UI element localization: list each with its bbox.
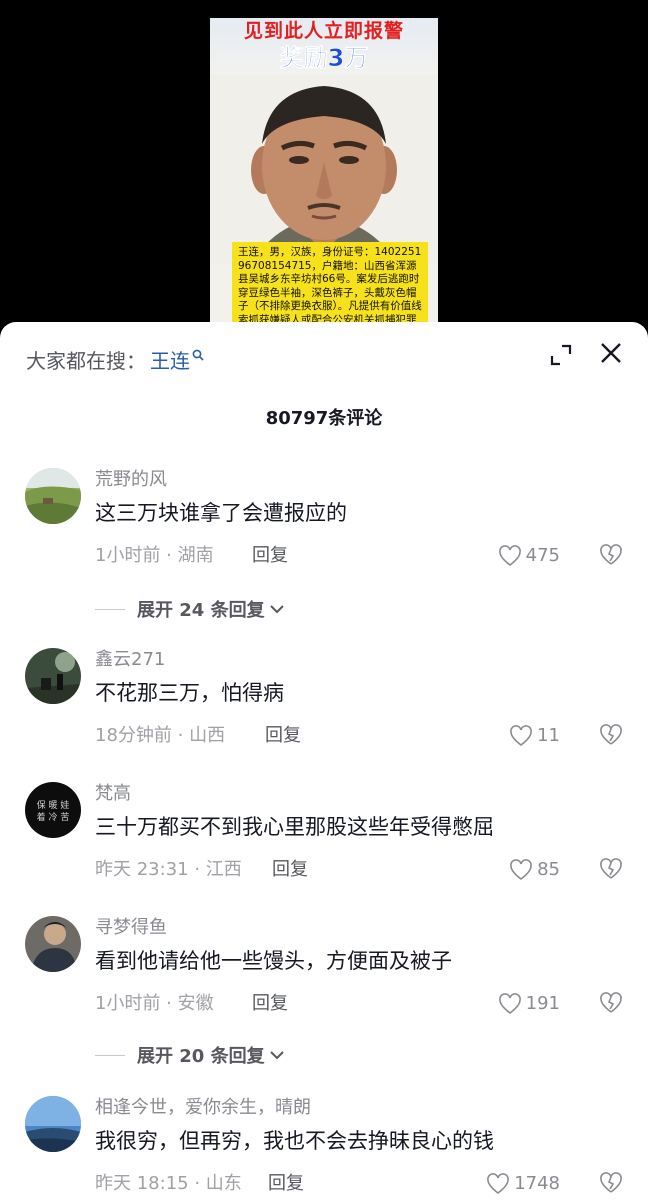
like-count: 11 [537,725,560,746]
svg-text:保 暖 娃: 保 暖 娃 [37,799,70,811]
heart-icon [510,859,532,881]
wanted-poster-image: 见到此人立即报警 奖励3万 王连，男，汉族，身份证号：1402251967081… [210,18,438,340]
heart-icon [487,1173,510,1195]
expand-replies-label: 展开 24 条回复 [137,600,265,621]
comment-count-title: 80797条评论 [265,408,383,429]
avatar[interactable]: 保 暖 娃 着 冷 苦 [25,782,81,838]
poster-alert-text: 见到此人立即报警 [243,20,404,42]
svg-text:着 冷 苦: 着 冷 苦 [37,811,70,823]
like-button[interactable]: 85 [509,857,560,883]
expand-replies-button[interactable]: 展开 24 条回复 [95,596,285,622]
close-icon[interactable] [598,340,624,366]
expand-replies-label: 展开 20 条回复 [137,1046,265,1067]
like-button[interactable]: 1748 [486,1171,560,1197]
reply-button[interactable]: 回复 [252,992,288,1016]
heart-icon [498,545,521,567]
dislike-icon[interactable] [598,991,624,1015]
comment-time-location: 昨天 23:31 · 江西 [95,859,242,880]
comment-username[interactable]: 荒野的风 [95,468,167,492]
dislike-icon[interactable] [598,543,624,567]
divider-line [95,608,125,610]
comment-item: 相逢今世，爱你余生，晴朗 我很穷，但再穷，我也不会去挣昧良心的钱 昨天 18:1… [0,1096,648,1200]
comment-item: 鑫云271 不花那三万，怕得病 18分钟前 · 山西 回复 11 [0,648,648,768]
avatar[interactable] [25,648,81,704]
comment-time-location: 昨天 18:15 · 山东 [95,1173,242,1194]
expand-replies-button[interactable]: 展开 20 条回复 [95,1042,285,1068]
trending-search[interactable]: 大家都在搜： 王连 [26,344,204,374]
comment-username[interactable]: 相逢今世，爱你余生，晴朗 [95,1096,311,1120]
reply-button[interactable]: 回复 [268,1172,304,1196]
suspect-photo [210,74,438,264]
comment-time-location: 1小时前 · 安徽 [95,993,214,1014]
search-icon [192,349,204,361]
heart-icon [510,725,532,747]
heart-icon [498,993,521,1015]
comment-text: 这三万块谁拿了会遭报应的 [95,501,347,525]
comment-item: 保 暖 娃 着 冷 苦 梵高 三十万都买不到我心里那股这些年受得憋屈 昨天 23… [0,782,648,902]
reply-button[interactable]: 回复 [265,724,301,748]
comment-item: 寻梦得鱼 看到他请给他一些馒头，方便面及被子 1小时前 · 安徽 回复 191 [0,916,648,1036]
comment-username[interactable]: 寻梦得鱼 [95,916,167,940]
comment-text: 不花那三万，怕得病 [95,681,284,705]
dislike-icon[interactable] [598,723,624,747]
comment-time-location: 1小时前 · 湖南 [95,545,214,566]
comment-text: 我很穷，但再穷，我也不会去挣昧良心的钱 [95,1129,494,1153]
comment-time-location: 18分钟前 · 山西 [95,725,226,746]
dislike-icon[interactable] [598,1171,624,1195]
like-button[interactable]: 475 [498,543,560,569]
like-button[interactable]: 11 [509,723,560,749]
comment-item: 荒野的风 这三万块谁拿了会遭报应的 1小时前 · 湖南 回复 475 [0,468,648,588]
expand-icon[interactable] [548,342,574,368]
comment-username[interactable]: 鑫云271 [95,648,165,672]
like-count: 191 [525,993,560,1014]
avatar[interactable] [25,916,81,972]
trending-search-prefix: 大家都在搜： [26,348,146,373]
reply-button[interactable]: 回复 [252,544,288,568]
like-count: 475 [525,545,560,566]
reply-button[interactable]: 回复 [272,858,308,882]
avatar[interactable] [25,468,81,524]
poster-reward-text: 奖励3万 [279,44,369,73]
dislike-icon[interactable] [598,857,624,881]
comment-text: 看到他请给他一些馒头，方便面及被子 [95,949,452,973]
like-button[interactable]: 191 [498,991,560,1017]
chevron-down-icon [269,1051,284,1060]
like-count: 85 [537,859,560,880]
comment-sheet: 大家都在搜： 王连 80797条评论 荒野的风 这三万块谁拿了会遭报应的 1小时… [0,322,648,1200]
video-player[interactable]: 见到此人立即报警 奖励3万 王连，男，汉族，身份证号：1402251967081… [0,0,648,340]
trending-search-term[interactable]: 王连 [150,345,190,374]
chevron-down-icon [269,605,284,614]
comment-username[interactable]: 梵高 [95,782,131,806]
avatar[interactable] [25,1096,81,1152]
like-count: 1748 [514,1173,560,1194]
comment-text: 三十万都买不到我心里那股这些年受得憋屈 [95,815,494,839]
divider-line [95,1054,125,1056]
